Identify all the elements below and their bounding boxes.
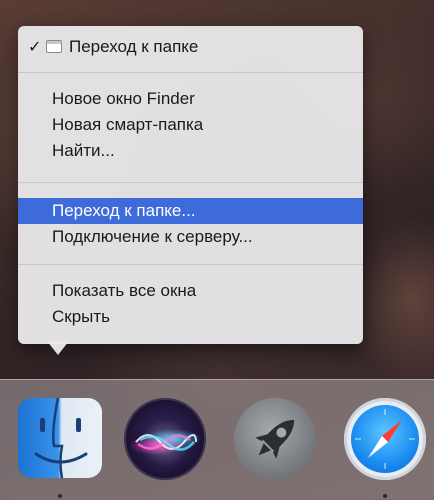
rocket-graphic [255, 419, 295, 459]
menu-item-label: Переход к папке [69, 37, 199, 56]
menu-separator [18, 264, 363, 265]
menu-item-label: Найти... [52, 141, 115, 160]
menu-item-new-smart-folder[interactable]: Новая смарт-папка [18, 112, 363, 138]
siri-icon[interactable] [124, 398, 206, 480]
menu-item-connect-to-server[interactable]: Подключение к серверу... [18, 224, 363, 250]
launchpad-icon[interactable] [234, 398, 316, 480]
menu-item-go-to-folder[interactable]: Переход к папке... [18, 198, 363, 224]
menu-item-label: Новое окно Finder [52, 89, 195, 108]
menu-item-show-all-windows[interactable]: Показать все окна [18, 278, 363, 304]
menu-item-label: Показать все окна [52, 281, 197, 300]
finder-face-graphic [34, 398, 88, 478]
menu-item-find[interactable]: Найти... [18, 138, 363, 164]
menu-separator [18, 182, 363, 183]
menu-pointer [47, 341, 69, 355]
safari-icon[interactable] [344, 398, 426, 480]
menu-item-hide[interactable]: Скрыть [18, 304, 363, 330]
menu-item-window-go-to-folder[interactable]: ✓ Переход к папке [18, 34, 363, 60]
menu-item-label: Подключение к серверу... [52, 227, 253, 246]
menu-item-label: Переход к папке... [52, 201, 196, 220]
finder-running-indicator [58, 494, 62, 498]
safari-running-indicator [383, 494, 387, 498]
menu-item-label: Новая смарт-папка [52, 115, 204, 134]
menu-item-new-finder-window[interactable]: Новое окно Finder [18, 86, 363, 112]
finder-icon[interactable] [18, 398, 102, 478]
finder-dock-context-menu: ✓ Переход к папке Новое окно Finder Новая… [18, 26, 363, 344]
menu-item-label: Скрыть [52, 307, 111, 326]
window-icon [46, 40, 62, 53]
siri-wave-graphic [135, 434, 197, 451]
checkmark-icon: ✓ [28, 39, 42, 56]
compass-needle-graphic [355, 409, 415, 469]
menu-separator [18, 72, 363, 73]
